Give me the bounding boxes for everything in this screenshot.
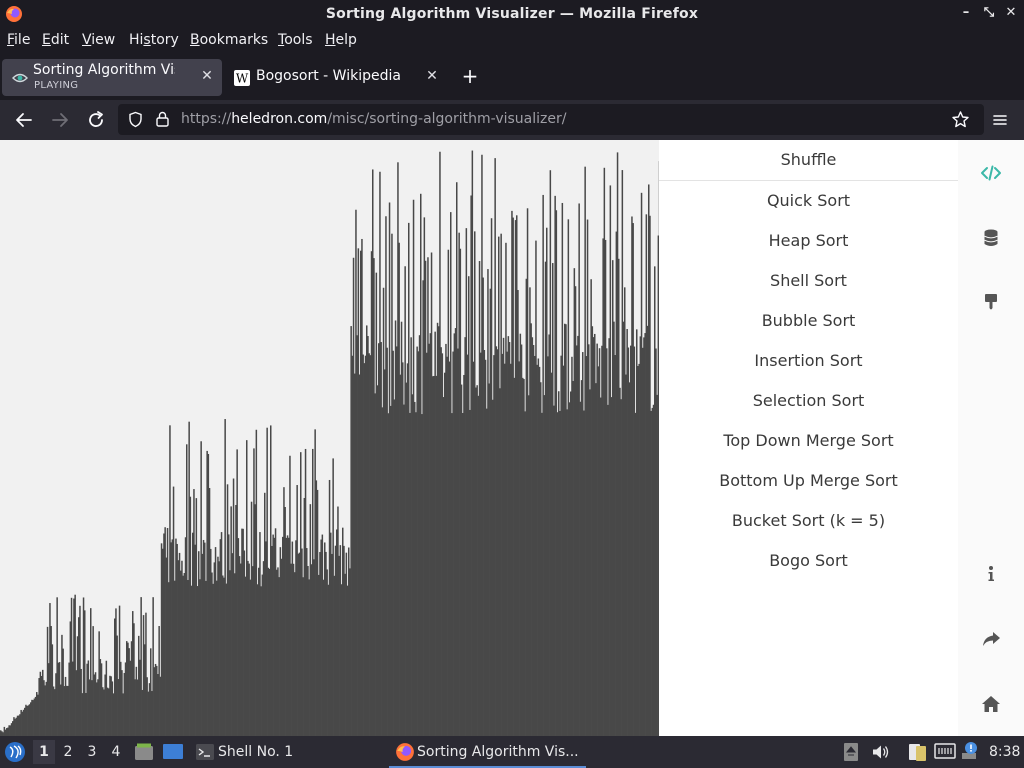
svg-text:W: W — [236, 72, 249, 86]
close-window-button[interactable]: ✕ — [1002, 4, 1020, 22]
screen: Sorting Algorithm Visualizer — Mozilla F… — [0, 0, 1024, 768]
network-icon[interactable] — [934, 742, 956, 762]
taskbar: 1 2 3 4 Shell No. 1 Sorting Algorithm Vi… — [0, 736, 1024, 768]
terminal-task[interactable]: Shell No. 1 — [218, 744, 293, 760]
firefox-icon — [396, 743, 414, 761]
notification-icon[interactable] — [961, 741, 981, 761]
database-icon[interactable] — [980, 227, 1002, 249]
algorithm-button-bubble-sort[interactable]: Bubble Sort — [659, 301, 958, 341]
menu-bookmarks[interactable]: Bookmarks — [190, 32, 268, 48]
back-arrow-icon[interactable] — [13, 109, 35, 131]
desktop-icon[interactable] — [162, 742, 184, 762]
tab-playing-label: PLAYING — [34, 80, 79, 91]
workspace-2[interactable]: 2 — [57, 740, 79, 764]
menu-bookmarks-label: Bookmarks — [190, 32, 269, 48]
code-icon[interactable] — [980, 162, 1002, 184]
sorting-visualization — [0, 140, 659, 736]
tab-title: Sorting Algorithm Visualizer — [33, 62, 175, 78]
url-text[interactable]: https://heledron.com/misc/sorting-algori… — [181, 111, 566, 127]
workspace-4[interactable]: 4 — [105, 740, 127, 764]
algorithm-button-top-down-merge-sort[interactable]: Top Down Merge Sort — [659, 421, 958, 461]
url-bar[interactable]: https://heledron.com/misc/sorting-algori… — [118, 104, 984, 135]
url-path: /misc/sorting-algorithm-visualizer/ — [327, 111, 567, 127]
menu-edit-label: Edit — [42, 32, 70, 48]
lock-icon[interactable] — [154, 110, 171, 128]
hamburger-menu-icon[interactable] — [989, 109, 1011, 131]
firefox-task[interactable]: Sorting Algorithm Vis... — [389, 736, 586, 768]
close-tab-icon[interactable]: ✕ — [424, 68, 440, 84]
algorithm-menu: Shuffle Quick Sort Heap Sort Shell Sort Bubb… — [659, 140, 958, 736]
navigation-bar: https://heledron.com/misc/sorting-algori… — [0, 100, 1024, 140]
algorithm-button-selection-sort[interactable]: Selection Sort — [659, 381, 958, 421]
new-tab-button[interactable]: + — [460, 66, 480, 86]
menu-help[interactable]: Help — [325, 32, 357, 48]
window-titlebar: Sorting Algorithm Visualizer — Mozilla F… — [0, 0, 1024, 29]
clipboard-icon[interactable] — [906, 741, 928, 763]
algorithm-button-shuffle[interactable]: Shuffle — [659, 140, 958, 180]
volume-icon[interactable] — [871, 743, 889, 761]
firefox-task-label: Sorting Algorithm Vis... — [417, 744, 579, 760]
menu-file-label: File — [7, 32, 31, 48]
menu-tools[interactable]: Tools — [278, 32, 313, 48]
menu-history-label: History — [129, 32, 179, 48]
paint-brush-icon[interactable] — [980, 291, 1002, 313]
menu-history[interactable]: History — [129, 32, 179, 48]
menu-file[interactable]: File — [7, 32, 30, 48]
close-tab-icon[interactable]: ✕ — [199, 68, 215, 84]
terminal-icon[interactable] — [195, 742, 215, 762]
reload-icon[interactable] — [85, 109, 107, 131]
algorithm-button-insertion-sort[interactable]: Insertion Sort — [659, 341, 958, 381]
file-manager-icon[interactable] — [134, 742, 154, 762]
menu-view-label: View — [82, 32, 116, 48]
algorithm-button-quick-sort[interactable]: Quick Sort — [659, 181, 958, 221]
window-title: Sorting Algorithm Visualizer — Mozilla F… — [325, 6, 699, 22]
tab-title: Bogosort - Wikipedia — [256, 68, 401, 84]
start-menu-icon[interactable] — [4, 741, 26, 763]
shield-icon[interactable] — [127, 111, 144, 128]
restore-button[interactable]: ⤡ — [980, 4, 998, 22]
wikipedia-favicon-icon: W — [234, 70, 250, 86]
algorithm-button-shell-sort[interactable]: Shell Sort — [659, 261, 958, 301]
minimize-button[interactable]: – — [957, 4, 975, 22]
bookmark-star-icon[interactable] — [951, 110, 970, 129]
algorithm-button-bottom-up-merge-sort[interactable]: Bottom Up Merge Sort — [659, 461, 958, 501]
eye-favicon-icon — [12, 73, 28, 83]
workspace-1[interactable]: 1 — [33, 740, 55, 764]
algorithm-button-bucket-sort-k-5[interactable]: Bucket Sort (k = 5) — [659, 501, 958, 541]
workspace-3[interactable]: 3 — [81, 740, 103, 764]
algorithm-button-heap-sort[interactable]: Heap Sort — [659, 221, 958, 261]
right-sidebar — [958, 140, 1024, 736]
page-content: Shuffle Quick Sort Heap Sort Shell Sort Bubb… — [0, 140, 1024, 736]
menu-tools-label: Tools — [278, 32, 313, 48]
url-host: heledron.com — [231, 111, 328, 127]
tab-strip: Sorting Algorithm Visualizer PLAYING ✕ W… — [0, 55, 1024, 100]
info-icon[interactable] — [980, 563, 1002, 585]
home-icon[interactable] — [980, 693, 1002, 715]
menu-help-label: Help — [325, 32, 357, 48]
forward-arrow-icon[interactable] — [49, 109, 71, 131]
menu-edit[interactable]: Edit — [42, 32, 69, 48]
upload-icon[interactable] — [843, 742, 859, 762]
share-icon[interactable] — [980, 628, 1002, 650]
menu-view[interactable]: View — [82, 32, 115, 48]
tab-bogosort-wikipedia[interactable]: W Bogosort - Wikipedia ✕ — [226, 59, 448, 96]
clock: 8:38 — [989, 744, 1021, 760]
tab-sorting-visualizer[interactable]: Sorting Algorithm Visualizer PLAYING ✕ — [2, 59, 222, 96]
menu-bar: File Edit View History Bookmarks Tools H… — [0, 29, 1024, 55]
algorithm-button-bogo-sort[interactable]: Bogo Sort — [659, 541, 958, 581]
url-scheme: https:// — [181, 111, 232, 127]
